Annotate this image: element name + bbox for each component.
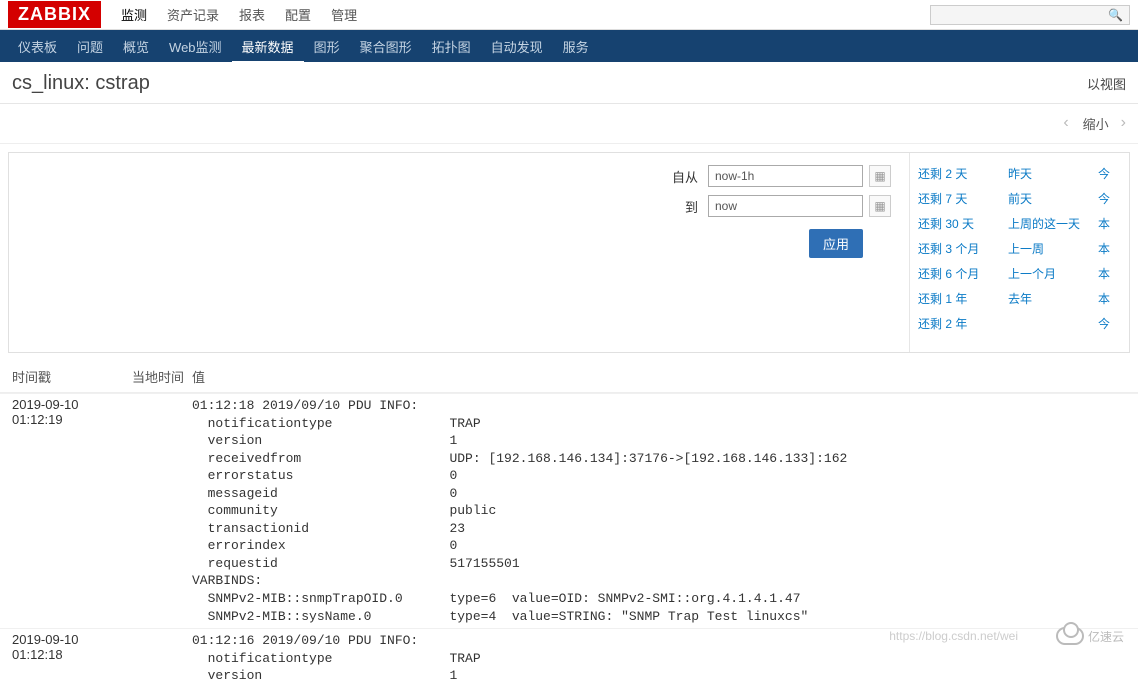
time-preset-link[interactable]: 还剩 6 个月 [918,265,1008,282]
from-label: 自从 [672,167,698,186]
time-preset-link[interactable]: 今 [1098,165,1110,182]
top-bar: ZABBIX 监测资产记录报表配置管理 🔍 [0,0,1138,30]
time-presets: 还剩 2 天昨天今还剩 7 天前天今还剩 30 天上周的这一天本还剩 3 个月上… [909,153,1129,352]
to-input[interactable] [708,195,863,217]
app-logo: ZABBIX [8,1,101,28]
time-preset-link[interactable]: 前天 [1008,190,1098,207]
time-preset-link[interactable]: 本 [1098,265,1110,282]
time-preset-link[interactable]: 今 [1098,190,1110,207]
calendar-icon[interactable]: ▦ [869,195,891,217]
time-preset-link[interactable]: 今 [1098,315,1110,332]
sub-menu-item[interactable]: Web监测 [159,29,232,64]
search-input[interactable]: 🔍 [930,5,1130,25]
cell-timestamp: 2019-09-10 01:12:18 [12,632,132,685]
time-preset-link[interactable]: 上周的这一天 [1008,215,1098,232]
csdn-watermark: https://blog.csdn.net/wei [889,629,1018,643]
zoom-next-icon[interactable]: › [1121,114,1126,133]
to-label: 到 [685,197,698,216]
top-menu-item[interactable]: 管理 [321,0,367,30]
time-preset-link[interactable]: 还剩 2 天 [918,165,1008,182]
time-preset-link[interactable]: 还剩 3 个月 [918,240,1008,257]
table-header: 时间戳 当地时间 值 [0,361,1138,393]
time-preset-link[interactable]: 去年 [1008,290,1098,307]
top-menu-item[interactable]: 资产记录 [157,0,229,30]
sub-menu-item[interactable]: 自动发现 [481,29,553,64]
col-timestamp: 时间戳 [12,367,132,386]
sub-menu-item[interactable]: 聚合图形 [350,29,422,64]
time-preset-link[interactable]: 昨天 [1008,165,1098,182]
zoom-controls: ‹ 缩小 › [0,104,1138,144]
sub-menu-item[interactable]: 拓扑图 [422,29,481,64]
calendar-icon[interactable]: ▦ [869,165,891,187]
zoom-prev-icon[interactable]: ‹ [1063,114,1068,133]
time-preset-link[interactable] [1008,315,1098,332]
time-preset-link[interactable]: 还剩 1 年 [918,290,1008,307]
cell-localtime [132,397,192,625]
col-value: 值 [192,367,1126,386]
page-header: cs_linux: cstrap 以视图 [0,62,1138,104]
cell-value: 01:12:18 2019/09/10 PDU INFO: notificati… [192,397,1126,625]
time-preset-link[interactable]: 上一周 [1008,240,1098,257]
sub-menu-item[interactable]: 最新数据 [232,29,304,64]
time-filter-panel: 自从 ▦ 到 ▦ 应用 还剩 2 天昨天今还剩 7 天前天今还剩 30 天上周的… [8,152,1130,353]
brand-watermark-text: 亿速云 [1088,628,1124,645]
sub-menu-item[interactable]: 图形 [304,29,350,64]
time-preset-link[interactable]: 还剩 30 天 [918,215,1008,232]
sub-menu-item[interactable]: 问题 [67,29,113,64]
apply-button[interactable]: 应用 [809,229,863,258]
top-menu-item[interactable]: 报表 [229,0,275,30]
cloud-icon [1056,627,1084,645]
time-preset-link[interactable]: 还剩 7 天 [918,190,1008,207]
time-preset-link[interactable]: 还剩 2 年 [918,315,1008,332]
brand-watermark: 亿速云 [1056,627,1124,645]
time-preset-link[interactable]: 本 [1098,215,1110,232]
cell-timestamp: 2019-09-10 01:12:19 [12,397,132,625]
time-preset-link[interactable]: 上一个月 [1008,265,1098,282]
time-preset-link[interactable]: 本 [1098,240,1110,257]
col-localtime: 当地时间 [132,367,192,386]
table-row: 2019-09-10 01:12:19 01:12:18 2019/09/10 P… [0,393,1138,628]
cell-localtime [132,632,192,685]
search-icon: 🔍 [1108,8,1123,22]
page-title: cs_linux: cstrap [12,72,150,95]
sub-menu-bar: 仪表板问题概览Web监测最新数据图形聚合图形拓扑图自动发现服务 [0,30,1138,62]
top-menu-item[interactable]: 配置 [275,0,321,30]
from-input[interactable] [708,165,863,187]
time-preset-link[interactable]: 本 [1098,290,1110,307]
sub-menu-item[interactable]: 仪表板 [8,29,67,64]
sub-menu-item[interactable]: 服务 [553,29,599,64]
time-filter-form: 自从 ▦ 到 ▦ 应用 [9,153,909,352]
top-menu-item[interactable]: 监测 [111,0,157,30]
main-menu: 监测资产记录报表配置管理 [111,0,367,30]
view-mode-toggle[interactable]: 以视图 [1087,74,1126,93]
zoom-out-button[interactable]: 缩小 [1083,114,1109,133]
